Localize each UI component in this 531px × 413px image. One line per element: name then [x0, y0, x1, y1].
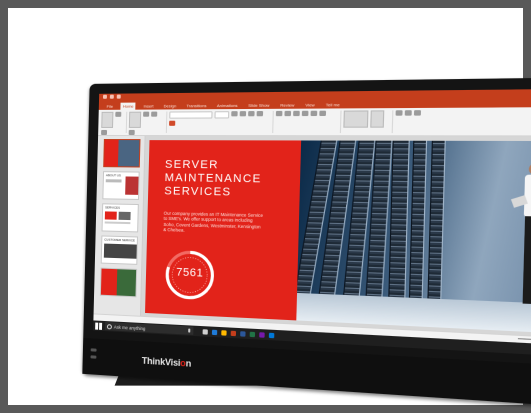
drawing-group — [343, 110, 394, 134]
thumbnail-title: CUSTOMER SERVICE — [104, 237, 136, 243]
usb-c-port — [90, 348, 97, 352]
align-right-icon[interactable] — [319, 110, 327, 117]
image-frame: – □ × FileHomeInsertDesignTransitionsAni… — [8, 8, 531, 407]
slide-thumbnail[interactable]: CUSTOMER SERVICE — [100, 235, 138, 265]
paste-button[interactable] — [101, 111, 114, 128]
ribbon-tab[interactable]: Review — [278, 101, 297, 109]
current-slide[interactable]: SERVER MAINTENANCE SERVICES Our company … — [145, 140, 531, 334]
taskbar-app-icon[interactable] — [259, 331, 265, 338]
ribbon-tab[interactable]: View — [303, 101, 317, 109]
font-name-select[interactable] — [169, 111, 213, 119]
monitor-screen: – □ × FileHomeInsertDesignTransitionsAni… — [93, 88, 531, 357]
section-icon[interactable] — [128, 129, 135, 136]
monitor-bezel: – □ × FileHomeInsertDesignTransitionsAni… — [82, 77, 531, 407]
undo-icon[interactable] — [109, 94, 114, 99]
taskbar-app-icon[interactable] — [268, 332, 275, 338]
ribbon-tab[interactable]: Insert — [141, 102, 155, 109]
taskbar-app-icon[interactable] — [221, 329, 227, 336]
search-placeholder: Ask me anything — [113, 324, 146, 331]
slide-thumbnail[interactable] — [103, 139, 141, 168]
taskbar-app-icon[interactable] — [230, 330, 237, 336]
technician-figure — [510, 163, 531, 307]
slide-title[interactable]: SERVER MAINTENANCE SERVICES — [164, 159, 262, 201]
clipboard-group — [101, 111, 128, 135]
taskbar-app-icon[interactable] — [240, 330, 246, 337]
ribbon-tab[interactable]: File — [105, 103, 115, 110]
paragraph-group — [275, 110, 342, 134]
align-center-icon[interactable] — [310, 110, 318, 117]
slide-canvas-area[interactable]: SERVER MAINTENANCE SERVICES Our company … — [140, 136, 531, 338]
numbering-icon[interactable] — [284, 110, 292, 117]
bullets-icon[interactable] — [275, 110, 283, 117]
slide-red-panel: SERVER MAINTENANCE SERVICES Our company … — [145, 140, 302, 321]
taskbar-app-icon[interactable] — [211, 329, 218, 335]
ribbon-home — [98, 107, 531, 137]
slide-thumbnail[interactable] — [99, 267, 138, 298]
slide-body-text[interactable]: Our company provides an IT Maintenance S… — [163, 211, 263, 236]
taskbar-search-box[interactable]: Ask me anything — [104, 322, 194, 335]
bold-icon[interactable] — [231, 111, 238, 117]
portable-monitor: – □ × FileHomeInsertDesignTransitionsAni… — [48, 48, 531, 407]
select-icon[interactable] — [413, 110, 422, 116]
taskbar-app-icon[interactable] — [202, 328, 208, 335]
ribbon-tab[interactable]: Design — [162, 102, 179, 109]
copy-icon[interactable] — [101, 129, 108, 135]
editor-workarea: ABOUT US SERVICES CUSTOMER SERVICE SERVE… — [93, 135, 531, 338]
font-color-icon[interactable] — [169, 120, 176, 126]
cut-icon[interactable] — [115, 111, 122, 117]
arrange-button[interactable] — [370, 110, 385, 128]
save-icon[interactable] — [102, 94, 107, 99]
find-icon[interactable] — [395, 110, 403, 116]
thumbnail-title: ABOUT US — [105, 173, 122, 178]
zoom-slider[interactable] — [517, 338, 531, 342]
usb-c-port — [90, 355, 97, 359]
slide-thumbnail[interactable]: ABOUT US — [102, 171, 140, 200]
thumbnail-title: SERVICES — [105, 205, 121, 210]
new-slide-button[interactable] — [128, 111, 142, 128]
underline-icon[interactable] — [248, 111, 255, 117]
layout-icon[interactable] — [143, 111, 150, 117]
redo-icon[interactable] — [116, 94, 121, 99]
taskbar-app-icon[interactable] — [249, 331, 256, 337]
align-left-icon[interactable] — [301, 110, 309, 117]
replace-icon[interactable] — [404, 110, 412, 116]
italic-icon[interactable] — [239, 111, 247, 117]
ribbon-tab[interactable]: Slide Show — [246, 101, 272, 109]
slides-group — [128, 111, 168, 136]
slide-thumbnail[interactable]: SERVICES — [101, 203, 139, 233]
ribbon-tab[interactable]: Home — [120, 102, 136, 110]
strikethrough-icon[interactable] — [256, 110, 264, 117]
server-room-photo — [296, 140, 531, 334]
progress-gauge: 7561 — [161, 246, 218, 304]
font-group — [168, 110, 274, 134]
ribbon-tab[interactable]: Tell me — [323, 101, 342, 109]
font-size-select[interactable] — [214, 111, 230, 119]
brand-logo: ThinkVision — [141, 355, 192, 369]
shapes-gallery[interactable] — [343, 110, 369, 128]
taskbar-apps — [202, 328, 275, 338]
slide-thumbnails-pane: ABOUT US SERVICES CUSTOMER SERVICE — [93, 135, 146, 316]
reset-icon[interactable] — [151, 111, 158, 117]
cortana-icon — [106, 323, 112, 329]
ribbon-tab[interactable]: Transitions — [184, 102, 208, 109]
gauge-value: 7561 — [176, 266, 204, 280]
microphone-icon[interactable] — [188, 328, 191, 333]
quick-access-toolbar[interactable] — [102, 94, 121, 99]
indent-icon[interactable] — [293, 110, 300, 117]
windows-start-icon[interactable] — [95, 322, 103, 330]
ribbon-tab[interactable]: Animations — [215, 102, 240, 109]
editing-group — [395, 110, 434, 133]
